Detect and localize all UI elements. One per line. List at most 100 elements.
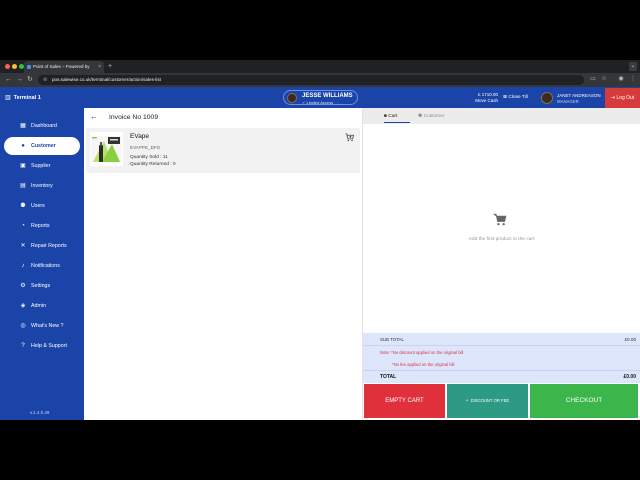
empty-cart-icon [492, 213, 507, 229]
user-avatar [287, 93, 297, 103]
user-badge[interactable]: JESSE WILLIAMS ✓ Limited Access [283, 90, 358, 105]
sidebar-item-label: Reports [31, 223, 50, 229]
sidebar-item-label: Admin [31, 303, 47, 309]
manager-name: JANET ANDREASON [557, 93, 601, 98]
app-version: v.1.4.0.49 [30, 410, 50, 415]
sidebar-item-dashboard[interactable]: ▦ Dashboard [4, 117, 80, 135]
inventory-icon: ▤ [20, 183, 26, 189]
manager-profile[interactable]: JANET ANDREASON MANAGER [541, 91, 603, 105]
sidebar-item-reports[interactable]: ◔ Reports [4, 217, 80, 235]
new-tab-button[interactable]: + [108, 61, 112, 73]
address-bar-url: pos.salewise.co.uk/terminal/customer/act… [52, 77, 162, 82]
browser-tab-title: Point of Sales – Powered by [33, 64, 90, 69]
move-cash-button[interactable]: £ 1710.00 Move Cash [462, 92, 498, 103]
sidebar-item-label: Customer [31, 143, 56, 149]
discount-note: Note: *No discount applied on the origin… [380, 350, 464, 355]
manager-role: MANAGER [557, 99, 579, 104]
product-image [90, 132, 123, 166]
browser-tab[interactable]: Point of Sales – Powered by × [24, 61, 104, 73]
logout-icon: ⇥ [610, 95, 615, 101]
gear-icon: ⚙ [20, 283, 26, 289]
sidebar-item-admin[interactable]: ◈ Admin [4, 297, 80, 315]
sidebar-item-label: Inventory [31, 183, 53, 189]
empty-cart-message: Add the first product to the cart [468, 237, 535, 242]
favicon-icon [27, 65, 31, 69]
close-till-label: Close Till [508, 95, 528, 100]
sidebar-item-settings[interactable]: ⚙ Settings [4, 277, 80, 295]
profile-icon[interactable]: ◉ [617, 75, 625, 84]
cash-amount: £ 1710.00 [477, 92, 498, 97]
tab-search-icon[interactable]: ⌄ [629, 62, 637, 71]
sidebar-item-label: Repair Reports [31, 243, 67, 249]
admin-icon: ◈ [20, 303, 26, 309]
terminal-name: Terminal 1 [13, 95, 41, 101]
manager-avatar [541, 92, 553, 104]
close-till-button[interactable]: ⊠ Close Till [503, 95, 528, 100]
product-sku: EVAPPE_DFD [130, 145, 161, 150]
quantity-sold: Quantity Sold : 11 [130, 155, 168, 160]
vape-product-icon [91, 136, 122, 162]
discount-or-fee-label: DISCOUNT OR FEE [470, 398, 510, 403]
browser-menu-icon[interactable]: ⋮ [629, 75, 637, 84]
sidebar-item-label: Supplier [31, 163, 51, 169]
close-window-button[interactable] [5, 64, 10, 69]
shopping-cart-icon [492, 213, 507, 226]
browser-forward-button[interactable]: → [16, 74, 23, 86]
address-bar[interactable]: ⊜ pos.salewise.co.uk/terminal/customer/a… [38, 75, 584, 85]
person-icon: ● [21, 143, 25, 149]
sub-total-label: SUB TOTAL [380, 337, 404, 342]
install-app-icon[interactable]: ▭ [589, 75, 597, 84]
bell-icon: ♪ [21, 263, 25, 269]
sidebar-item-label: Notifications [31, 263, 60, 269]
invoice-title: Invoice No 1009 [109, 114, 159, 121]
bookmark-star-icon[interactable]: ☆ [600, 75, 608, 84]
sidebar-item-notifications[interactable]: ♪ Notifications [4, 257, 80, 275]
wrench-icon: ✕ [20, 243, 26, 249]
sidebar-item-whats-new[interactable]: ◎ What's New ? [4, 317, 80, 335]
sidebar-item-inventory[interactable]: ▤ Inventory [4, 177, 80, 195]
sidebar-item-supplier[interactable]: ▣ Supplier [4, 157, 80, 175]
close-tab-icon[interactable]: × [98, 61, 101, 73]
minimize-window-button[interactable] [12, 64, 17, 69]
browser-reload-button[interactable]: ↻ [27, 74, 33, 86]
site-info-icon[interactable]: ⊜ [43, 75, 47, 85]
back-arrow-icon[interactable]: ← [90, 112, 98, 121]
sidebar-item-label: Dashboard [31, 123, 57, 129]
browser-back-button[interactable]: ← [5, 74, 12, 86]
sub-total-value: £0.00 [624, 337, 637, 342]
add-to-cart-icon[interactable] [345, 133, 355, 144]
user-name: JESSE WILLIAMS [302, 93, 353, 99]
tab-customer[interactable]: ⚉ Customer [418, 110, 444, 123]
plus-icon: + [465, 398, 469, 403]
discount-or-fee-button[interactable]: + DISCOUNT OR FEE [447, 384, 528, 418]
tab-cart-label: Cart [388, 114, 398, 119]
quantity-returned: Quantity Returned : 0 [130, 162, 176, 167]
customer-icon: ⚉ [418, 114, 423, 119]
truck-icon: ▣ [20, 163, 26, 169]
move-cash-label: Move Cash [475, 98, 498, 103]
sparkle-icon: ◎ [20, 323, 26, 329]
totals-divider [363, 345, 640, 346]
logout-label: Log Out [616, 95, 635, 101]
empty-cart-button[interactable]: EMPTY CART [364, 384, 445, 418]
logout-button[interactable]: ⇥ Log Out [605, 88, 640, 108]
tab-cart[interactable]: ■ Cart [384, 110, 410, 123]
dashboard-icon: ▦ [20, 123, 26, 129]
product-name: EVape [130, 133, 150, 140]
sidebar-item-label: Help & Support [31, 343, 67, 349]
tab-customer-label: Customer [423, 114, 445, 119]
sidebar-item-customer[interactable]: ● Customer [4, 137, 80, 155]
fee-note: *No fee applied on the original bill [392, 362, 455, 367]
cart-totals [363, 333, 640, 383]
invoice-product-card[interactable] [86, 128, 360, 173]
cart-plus-icon [345, 133, 355, 142]
sidebar-item-users[interactable]: ⚉ Users [4, 197, 80, 215]
checkout-button[interactable]: CHECKOUT [530, 384, 638, 418]
total-label: TOTAL [380, 374, 397, 380]
help-icon: ? [21, 343, 25, 349]
sidebar-item-help-support[interactable]: ? Help & Support [4, 337, 80, 355]
sidebar-item-repair-reports[interactable]: ✕ Repair Reports [4, 237, 80, 255]
total-value: £0.00 [623, 374, 636, 380]
close-till-icon: ⊠ [503, 95, 508, 100]
reports-icon: ◔ [21, 223, 25, 229]
